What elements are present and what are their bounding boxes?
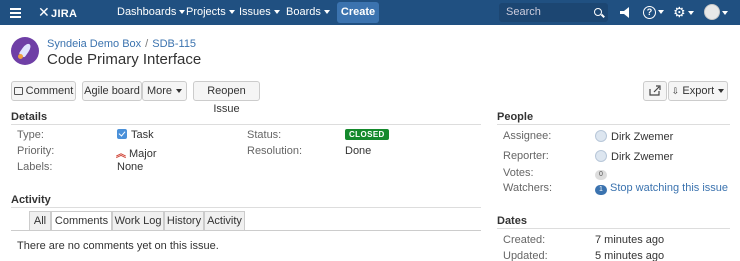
breadcrumb-issue-key[interactable]: SDB-115 xyxy=(152,38,196,50)
watchers-label: Watchers: xyxy=(503,182,553,194)
activity-heading: Activity xyxy=(11,194,51,206)
resolution-label: Resolution: xyxy=(247,145,303,157)
assignee-avatar xyxy=(595,130,607,142)
dates-divider xyxy=(497,228,730,229)
watchers-badge: 1 xyxy=(595,185,607,195)
nav-dashboards[interactable]: Dashboards xyxy=(117,0,186,25)
create-button[interactable]: Create xyxy=(337,2,379,23)
search-icon xyxy=(594,8,602,16)
share-icon xyxy=(649,85,661,96)
labels-label: Labels: xyxy=(17,161,53,173)
labels-value: None xyxy=(117,161,144,173)
dates-heading: Dates xyxy=(497,215,527,227)
help-icon[interactable]: ? xyxy=(643,0,664,25)
priority-label: Priority: xyxy=(17,145,55,157)
tab-activity[interactable]: Activity xyxy=(204,211,245,231)
stop-watching-link[interactable]: Stop watching this issue xyxy=(610,182,728,194)
tabs-baseline xyxy=(11,230,481,231)
votes-value[interactable]: 0 xyxy=(595,167,607,180)
type-value: Task xyxy=(117,129,154,141)
updated-value: 5 minutes ago xyxy=(595,250,665,261)
share-button[interactable] xyxy=(643,81,667,101)
details-heading: Details xyxy=(11,111,48,123)
search-input[interactable]: Search xyxy=(499,3,608,22)
export-button[interactable]: ⇩ Export xyxy=(668,81,728,101)
status-badge: CLOSED xyxy=(345,129,389,140)
priority-major-icon: ︽ xyxy=(116,149,126,160)
breadcrumb: Syndeia Demo Box / SDB-115 xyxy=(47,38,197,50)
project-avatar[interactable] xyxy=(11,37,39,65)
jira-logo[interactable]: ✕JIRA xyxy=(38,0,77,25)
task-icon xyxy=(117,129,127,139)
reopen-issue-button[interactable]: Reopen Issue xyxy=(193,81,260,115)
nav-boards[interactable]: Boards xyxy=(286,0,330,25)
tab-work-log[interactable]: Work Log xyxy=(112,211,164,231)
assignee-value[interactable]: Dirk Zwemer xyxy=(595,130,673,143)
export-icon: ⇩ xyxy=(671,86,680,96)
watchers-value[interactable]: 1 Stop watching this issue xyxy=(595,182,728,195)
page-title: Code Primary Interface xyxy=(47,51,202,68)
priority-value: ︽ Major xyxy=(116,145,157,160)
more-button[interactable]: More xyxy=(142,81,187,101)
type-label: Type: xyxy=(17,129,44,141)
reporter-value[interactable]: Dirk Zwemer xyxy=(595,150,673,163)
user-menu-chevron-icon[interactable] xyxy=(722,11,728,15)
no-comments-message: There are no comments yet on this issue. xyxy=(17,240,219,252)
comment-icon xyxy=(13,87,23,95)
tab-comments[interactable]: Comments xyxy=(51,211,112,231)
top-nav-bar: ✕JIRA Dashboards Projects Issues Boards … xyxy=(0,0,740,25)
tab-history[interactable]: History xyxy=(164,211,204,231)
reporter-label: Reporter: xyxy=(503,150,549,162)
created-label: Created: xyxy=(503,234,546,246)
settings-gear-icon[interactable]: ⚙ xyxy=(673,0,694,25)
votes-badge: 0 xyxy=(595,170,607,180)
notifications-icon[interactable] xyxy=(619,6,632,19)
resolution-value: Done xyxy=(345,145,372,157)
breadcrumb-project[interactable]: Syndeia Demo Box xyxy=(47,38,141,50)
people-divider xyxy=(497,124,730,125)
votes-label: Votes: xyxy=(503,167,534,179)
details-divider xyxy=(11,124,481,125)
nav-projects[interactable]: Projects xyxy=(186,0,235,25)
nav-issues[interactable]: Issues xyxy=(239,0,280,25)
agile-board-button[interactable]: Agile board xyxy=(82,81,142,101)
status-label: Status: xyxy=(247,129,282,141)
activity-divider xyxy=(11,207,481,208)
people-heading: People xyxy=(497,111,534,123)
reporter-avatar xyxy=(595,150,607,162)
app-switcher-icon[interactable] xyxy=(10,0,24,25)
comment-button[interactable]: Comment xyxy=(11,81,76,101)
created-value: 7 minutes ago xyxy=(595,234,665,246)
updated-label: Updated: xyxy=(503,250,548,261)
tab-all[interactable]: All xyxy=(29,211,51,231)
assignee-label: Assignee: xyxy=(503,130,552,142)
user-avatar-icon[interactable] xyxy=(704,4,720,20)
